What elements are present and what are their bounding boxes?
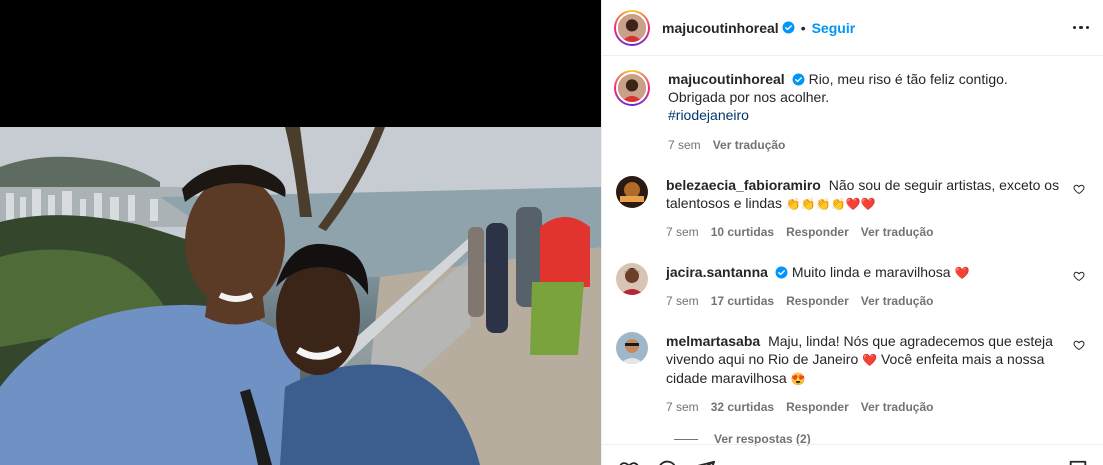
comment-author[interactable]: jacira.santanna (666, 264, 768, 280)
caption-author-avatar[interactable] (614, 70, 650, 106)
author-username[interactable]: majucoutinhoreal (662, 20, 779, 36)
more-options-icon[interactable] (1072, 20, 1089, 36)
author-avatar[interactable] (614, 9, 650, 46)
instagram-post-modal: majucoutinhoreal • Seguir majucoutinhore… (0, 0, 1103, 465)
verified-badge-icon (782, 21, 795, 34)
share-icon[interactable] (694, 459, 716, 465)
comment-time[interactable]: 7 sem (666, 400, 699, 414)
comment-emojis: ❤️ (954, 266, 970, 280)
comment-item: melmartasaba Maju, linda! Nós que agrade… (614, 332, 1087, 414)
comment-time[interactable]: 7 sem (666, 225, 699, 239)
selfie-photo-illustration (0, 127, 601, 465)
commenter-avatar[interactable] (616, 176, 648, 208)
heart-icon[interactable] (1073, 270, 1085, 282)
reply-button[interactable]: Responder (786, 294, 849, 308)
reply-button[interactable]: Responder (786, 225, 849, 239)
comment-time[interactable]: 7 sem (666, 294, 699, 308)
commenter-avatar-image (616, 332, 648, 364)
caption: majucoutinhoreal Rio, meu riso é tão fel… (614, 70, 1087, 152)
commenter-avatar-image (616, 263, 648, 295)
comment-author[interactable]: belezaecia_fabioramiro (666, 177, 821, 193)
comment-likes[interactable]: 17 curtidas (711, 294, 774, 308)
reply-button[interactable]: Responder (786, 400, 849, 414)
post-action-bar (602, 444, 1103, 465)
heart-icon[interactable] (1073, 339, 1085, 351)
commenter-avatar-image (616, 176, 648, 208)
post-header: majucoutinhoreal • Seguir (602, 0, 1103, 56)
caption-translate-link[interactable]: Ver tradução (713, 138, 786, 152)
comment-likes[interactable]: 10 curtidas (711, 225, 774, 239)
comment-icon[interactable] (656, 459, 678, 465)
verified-badge-icon (775, 266, 788, 279)
commenter-avatar[interactable] (616, 332, 648, 364)
verified-badge-icon (792, 73, 805, 86)
comments-list[interactable]: majucoutinhoreal Rio, meu riso é tão fel… (602, 56, 1103, 452)
replies-divider-line (674, 438, 698, 440)
comment-item: belezaecia_fabioramiro Não sou de seguir… (614, 176, 1087, 239)
post-media-pane (0, 0, 601, 465)
commenter-avatar[interactable] (616, 263, 648, 295)
heart-icon[interactable] (1073, 183, 1085, 195)
translate-link[interactable]: Ver tradução (861, 225, 934, 239)
post-photo[interactable] (0, 127, 601, 465)
comment-text: Muito linda e maravilhosa (791, 264, 951, 280)
like-heart-icon[interactable] (618, 459, 640, 465)
caption-text-line2: Obrigada por nos acolher. (668, 89, 830, 105)
caption-avatar-image (618, 74, 646, 102)
comment-emojis: 👏👏👏👏❤️❤️ (785, 197, 876, 211)
caption-author[interactable]: majucoutinhoreal (668, 71, 785, 87)
author-avatar-image (618, 13, 646, 42)
comment-author[interactable]: melmartasaba (666, 333, 760, 349)
comment-emoji-heart: ❤️ (862, 353, 878, 367)
bookmark-icon[interactable] (1067, 459, 1089, 465)
translate-link[interactable]: Ver tradução (861, 400, 934, 414)
caption-hashtag[interactable]: #riodejaneiro (668, 107, 749, 123)
caption-text-line1: Rio, meu riso é tão feliz contigo. (808, 71, 1008, 87)
follow-button[interactable]: Seguir (812, 20, 856, 36)
translate-link[interactable]: Ver tradução (861, 294, 934, 308)
comment-item: jacira.santanna Muito linda e maravilhos… (614, 263, 1087, 308)
caption-time[interactable]: 7 sem (668, 138, 701, 152)
header-separator: • (800, 19, 806, 36)
comment-emoji-heart-eyes: 😍 (790, 372, 806, 386)
comment-likes[interactable]: 32 curtidas (711, 400, 774, 414)
post-side-panel: majucoutinhoreal • Seguir majucoutinhore… (601, 0, 1103, 465)
